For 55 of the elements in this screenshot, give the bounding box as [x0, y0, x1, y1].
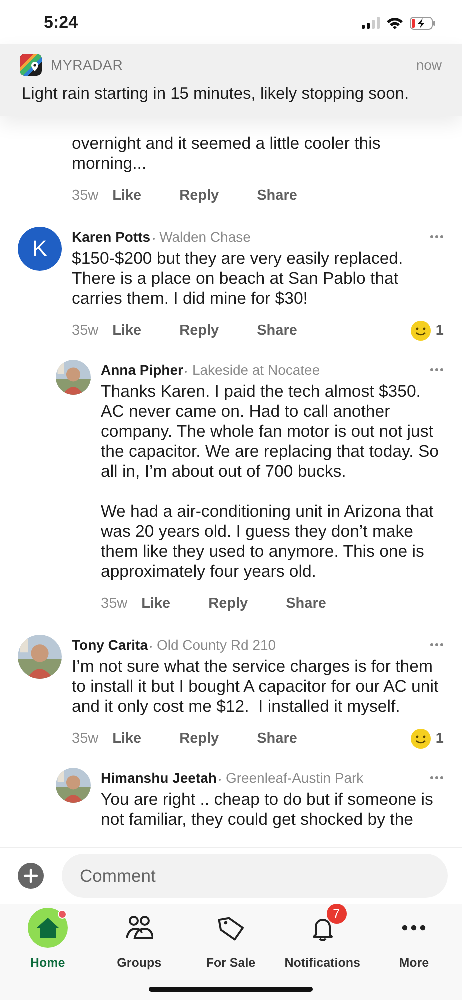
action-link[interactable]: Share	[257, 731, 298, 747]
signal-icon	[362, 17, 380, 29]
more-icon	[402, 925, 426, 931]
more-icon[interactable]	[430, 643, 444, 647]
notification-message[interactable]: Light rain starting in 15 minutes, likely stopping soon.	[22, 85, 442, 104]
neighborhood: Old County Rd 210	[156, 637, 278, 653]
tab[interactable]: For Sale	[186, 908, 275, 1000]
reaction-count: 1	[436, 323, 444, 339]
app-icon	[20, 54, 42, 76]
comment-text: You are right .. cheap to do but if someone is not familiar, they could get shocked by the	[101, 790, 434, 830]
status-time: 5:24	[44, 13, 78, 33]
neighborhood: Greenleaf-Austin Park	[226, 770, 365, 786]
neighborhood: Walden Chase	[160, 229, 252, 245]
notification-badge: 7	[326, 904, 347, 924]
comment-field[interactable]: Comment	[62, 854, 448, 898]
comment-age: 35w	[101, 596, 128, 612]
more-icon[interactable]	[430, 235, 444, 239]
action-link[interactable]: Share	[257, 323, 298, 339]
battery-icon	[410, 16, 436, 30]
action-link[interactable]: Reply	[180, 188, 220, 204]
action-link[interactable]: Share	[257, 188, 298, 204]
tab[interactable]: Groups	[95, 908, 184, 1000]
app-name: MYRADAR	[51, 57, 124, 73]
author-name[interactable]: Karen Potts	[72, 229, 151, 245]
more-icon[interactable]	[430, 776, 444, 780]
smiley-icon	[410, 320, 432, 342]
comment-age: 35w	[72, 188, 99, 204]
author-name[interactable]: Anna Pipher	[101, 362, 184, 378]
comment-text: I’m not sure what the service charges is for them to install it but I bought A capacitor for our AC unit and it only cost me $12. I installed it myself.	[72, 657, 440, 717]
avatar[interactable]: K	[18, 227, 62, 271]
more-icon[interactable]	[430, 368, 444, 372]
tab[interactable]: Home	[4, 908, 92, 1000]
comment-text: Thanks Karen. I paid the tech almost $350. AC never came on. Had to call another company. The whole fan motor is out not just the capacitor. We are replacing that today. So all in, I’m about out of 700 bucks. We had a air-conditioning unit in Arizona that was 20 years old. I guess they don’t make them like they used to anymore. This one is approximately four years old.	[101, 382, 440, 582]
action-link[interactable]: Reply	[180, 323, 220, 339]
neighborhood: Lakeside at Nocatee	[192, 362, 322, 378]
notification-time: now	[416, 57, 442, 73]
reaction-count: 1	[436, 731, 444, 747]
comment-age: 35w	[72, 323, 99, 339]
tab[interactable]: More	[370, 908, 458, 1000]
action-link[interactable]: Reply	[180, 731, 220, 747]
wifi-icon	[386, 16, 404, 30]
people-icon	[125, 914, 154, 942]
action-link[interactable]: Like	[112, 188, 142, 204]
add-icon[interactable]	[18, 863, 44, 889]
author-name[interactable]: Himanshu Jeetah	[101, 770, 217, 786]
comment-age: 35w	[72, 731, 99, 747]
comment-text: $150-$200 but they are very easily replaced. There is a place on beach at San Pablo that carries them. I did mine for $30!	[72, 249, 404, 309]
action-link[interactable]: Like	[112, 731, 142, 747]
smiley-icon	[410, 728, 432, 750]
author-name[interactable]: Tony Carita	[72, 637, 148, 653]
action-link[interactable]: Share	[286, 596, 326, 612]
comment-text: overnight and it seemed a little cooler this morning...	[72, 134, 382, 174]
action-link[interactable]: Like	[112, 323, 142, 339]
action-link[interactable]: Like	[142, 596, 171, 612]
action-link[interactable]: Reply	[208, 596, 248, 612]
